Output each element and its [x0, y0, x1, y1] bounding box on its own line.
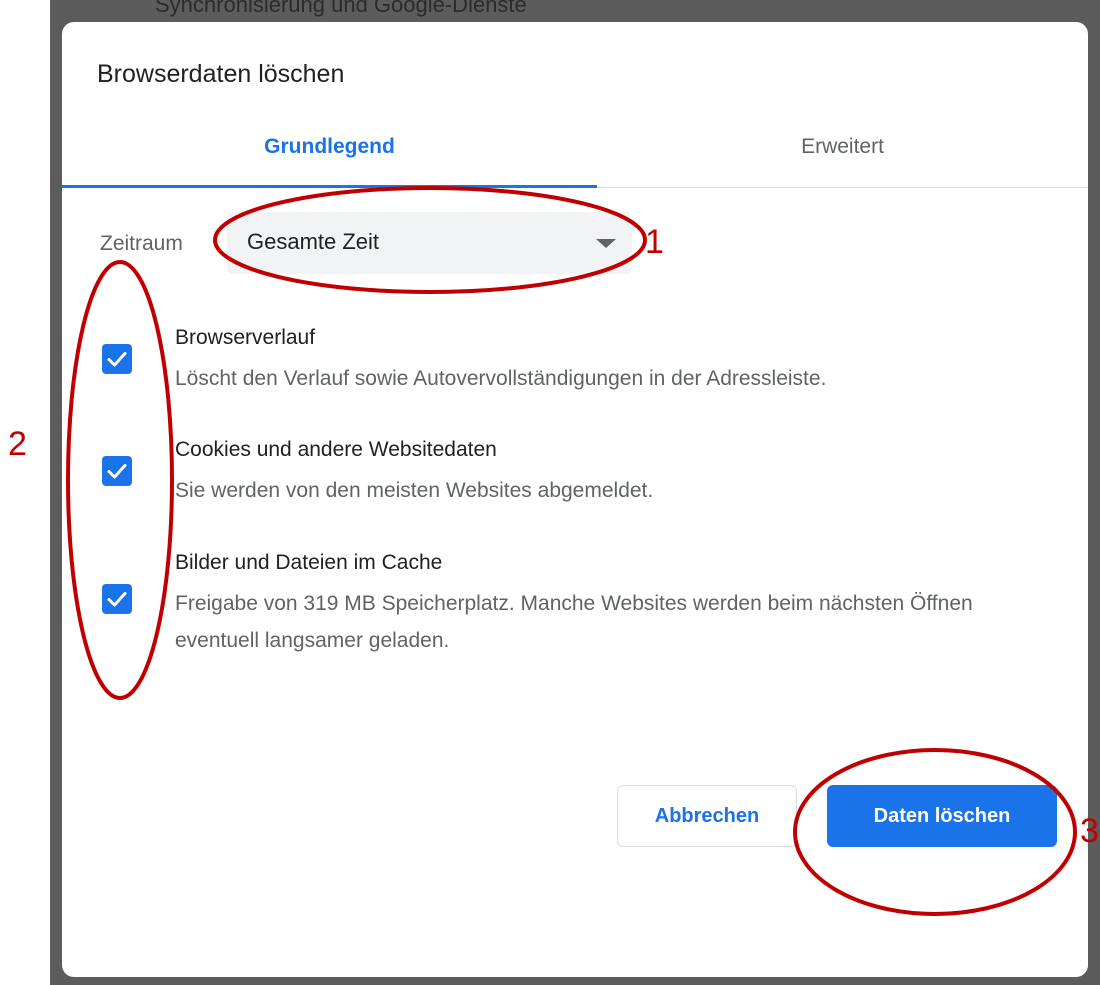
annotation-ellipse-clear-button [793, 748, 1077, 916]
annotation-ellipse-checkboxes [66, 260, 174, 700]
annotation-label-2: 2 [8, 425, 27, 463]
annotation-label-1: 1 [645, 223, 664, 261]
annotation-overlay [66, 186, 1077, 916]
annotation-ellipse-time-range [213, 186, 647, 294]
annotation-label-3: 3 [1080, 812, 1099, 850]
